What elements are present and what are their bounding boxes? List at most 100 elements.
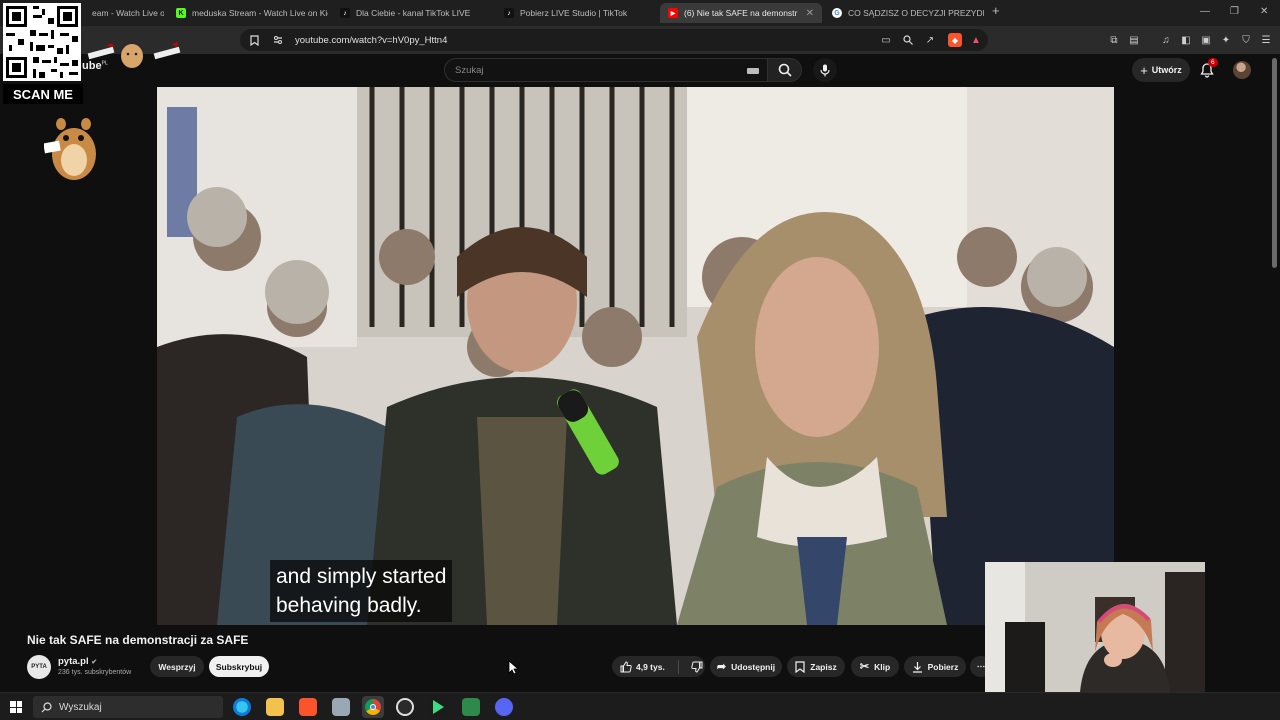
download-label: Pobierz bbox=[927, 661, 959, 672]
tab-tiktok-live[interactable]: ♪ Dla Ciebie - kanał TikTok LIVE bbox=[332, 3, 494, 23]
address-bar[interactable]: youtube.com/watch?v=hV0py_Httn4 ▭ ↗ ◆ ▲ bbox=[240, 29, 988, 51]
url-text: youtube.com/watch?v=hV0py_Httn4 bbox=[295, 35, 448, 46]
new-tab-button[interactable]: + bbox=[992, 3, 1000, 18]
discord-icon[interactable] bbox=[495, 698, 513, 716]
bookmark-icon[interactable] bbox=[248, 34, 260, 46]
voice-search-button[interactable] bbox=[813, 58, 837, 82]
brave-browser-icon[interactable] bbox=[299, 698, 317, 716]
video-title: Nie tak SAFE na demonstracji za SAFE bbox=[27, 633, 249, 647]
tab-title: (6) Nie tak SAFE na demonstr bbox=[684, 8, 798, 18]
play-store-icon[interactable] bbox=[429, 698, 447, 716]
microphone-icon bbox=[820, 64, 830, 76]
restore-icon[interactable]: ❐ bbox=[1230, 6, 1239, 17]
subtitle-caption: and simply started behaving badly. bbox=[270, 560, 453, 622]
tab-meduska-stream[interactable]: K meduska Stream - Watch Live on Kic bbox=[168, 3, 328, 23]
close-tab-icon[interactable]: ✕ bbox=[806, 8, 814, 19]
clip-label: Klip bbox=[874, 661, 891, 672]
split-view-icon[interactable]: ◧ bbox=[1180, 34, 1192, 46]
share-button[interactable]: ➦ Udostępnij bbox=[710, 656, 782, 677]
dislike-button[interactable] bbox=[691, 661, 703, 673]
youtube-header: ubePL Szukaj + Utwórz 6 bbox=[0, 54, 1280, 86]
taskbar-search[interactable]: Wyszukaj bbox=[33, 696, 223, 718]
menu-icon[interactable]: ☰ bbox=[1260, 34, 1272, 46]
tiktok-icon: ♪ bbox=[340, 8, 350, 18]
save-playlist-icon bbox=[795, 660, 805, 673]
brave-rewards-icon[interactable]: ▲ bbox=[970, 34, 982, 46]
search-button[interactable] bbox=[768, 58, 802, 82]
file-explorer-icon[interactable] bbox=[266, 698, 284, 716]
youtube-icon: ▶ bbox=[668, 8, 678, 18]
notification-count-badge: 6 bbox=[1208, 58, 1218, 67]
streamer-webcam bbox=[985, 562, 1205, 692]
subscriber-count: 236 tys. subskrybentów bbox=[58, 669, 132, 676]
kick-icon: K bbox=[176, 8, 186, 18]
scan-me-label: SCAN ME bbox=[3, 84, 83, 104]
thumbs-up-icon bbox=[620, 660, 632, 672]
video-player[interactable]: and simply started behaving badly. bbox=[157, 87, 1114, 625]
support-button[interactable]: Wesprzyj bbox=[150, 656, 204, 677]
keyboard-icon[interactable] bbox=[747, 68, 759, 74]
create-button[interactable]: + Utwórz bbox=[1132, 58, 1190, 82]
page-scrollbar[interactable] bbox=[1272, 58, 1277, 268]
minimize-icon[interactable]: — bbox=[1200, 6, 1210, 17]
scissors-icon: ✂ bbox=[859, 661, 870, 673]
download-icon bbox=[912, 661, 922, 673]
like-button[interactable]: 4,9 tys. bbox=[620, 660, 665, 673]
wallet-icon[interactable]: ▣ bbox=[1200, 34, 1212, 46]
app-green-icon[interactable] bbox=[462, 698, 480, 716]
share-label: Udostępnij bbox=[731, 661, 776, 672]
browser-toolbar: youtube.com/watch?v=hV0py_Httn4 ▭ ↗ ◆ ▲ … bbox=[0, 26, 1280, 54]
subscribe-button[interactable]: Subskrybuj bbox=[209, 656, 269, 677]
tab-tiktok-studio[interactable]: ♪ Pobierz LIVE Studio | TikTok bbox=[496, 3, 658, 23]
vpn-shield-icon[interactable]: ⛉ bbox=[1240, 34, 1252, 46]
channel-avatar[interactable]: PYTA bbox=[27, 655, 51, 679]
windows-taskbar: Wyszukaj bbox=[0, 692, 1280, 720]
meme-cat-overlay bbox=[84, 40, 184, 70]
search-input[interactable]: Szukaj bbox=[444, 58, 768, 82]
mouse-cursor-icon bbox=[508, 660, 518, 675]
divider bbox=[677, 659, 679, 674]
search-icon bbox=[778, 63, 792, 77]
channel-name[interactable]: pyta.pl ✔ bbox=[58, 656, 97, 667]
like-count: 4,9 tys. bbox=[636, 661, 665, 672]
brave-shields-icon[interactable]: ◆ bbox=[948, 33, 962, 47]
windows-start-icon[interactable] bbox=[10, 701, 22, 713]
tab-youtube-active[interactable]: ▶ (6) Nie tak SAFE na demonstr ✕ bbox=[660, 3, 822, 23]
tab-title: eam - Watch Live on bbox=[92, 8, 164, 18]
create-label: Utwórz bbox=[1151, 65, 1182, 75]
search-icon bbox=[41, 702, 52, 713]
edge-icon[interactable] bbox=[233, 698, 251, 716]
tab-title: CO SĄDZISZ O DECYZJI PREZYDENTA bbox=[848, 8, 984, 18]
tab-title: meduska Stream - Watch Live on Kic bbox=[192, 8, 328, 18]
tab-kick-stream[interactable]: eam - Watch Live on bbox=[84, 3, 164, 23]
account-avatar[interactable] bbox=[1233, 61, 1251, 79]
share-icon: ➦ bbox=[716, 661, 727, 673]
plus-icon: + bbox=[1140, 62, 1148, 78]
app-icon[interactable] bbox=[332, 698, 350, 716]
tab-title: Pobierz LIVE Studio | TikTok bbox=[520, 8, 628, 18]
obs-icon[interactable] bbox=[396, 698, 414, 716]
hamster-sticker bbox=[43, 112, 100, 184]
close-window-icon[interactable]: ✕ bbox=[1260, 6, 1268, 17]
caption-line: behaving badly. bbox=[276, 594, 422, 617]
like-dislike-group: 4,9 tys. bbox=[612, 656, 705, 677]
cast-icon[interactable]: ▭ bbox=[880, 34, 892, 46]
sidebar-icon[interactable]: ▤ bbox=[1128, 34, 1140, 46]
clip-button[interactable]: ✂ Klip bbox=[851, 656, 899, 677]
google-icon: G bbox=[832, 8, 842, 18]
leo-ai-icon[interactable]: ✦ bbox=[1220, 34, 1232, 46]
taskbar-search-label: Wyszukaj bbox=[59, 702, 102, 713]
save-button[interactable]: Zapisz bbox=[787, 656, 845, 677]
music-icon[interactable]: ♫ bbox=[1160, 34, 1172, 46]
qr-code bbox=[3, 3, 81, 81]
zoom-icon[interactable] bbox=[902, 34, 914, 46]
extensions-icon[interactable]: ⧉ bbox=[1108, 34, 1120, 46]
save-label: Zapisz bbox=[810, 661, 837, 672]
chrome-active-icon[interactable] bbox=[362, 696, 384, 718]
search-placeholder: Szukaj bbox=[455, 65, 484, 76]
share-page-icon[interactable]: ↗ bbox=[924, 34, 936, 46]
video-frame-illustration bbox=[157, 87, 1114, 625]
download-button[interactable]: Pobierz bbox=[904, 656, 966, 677]
site-settings-icon[interactable] bbox=[272, 34, 284, 46]
tab-google-search[interactable]: G CO SĄDZISZ O DECYZJI PREZYDENTA bbox=[824, 3, 984, 23]
